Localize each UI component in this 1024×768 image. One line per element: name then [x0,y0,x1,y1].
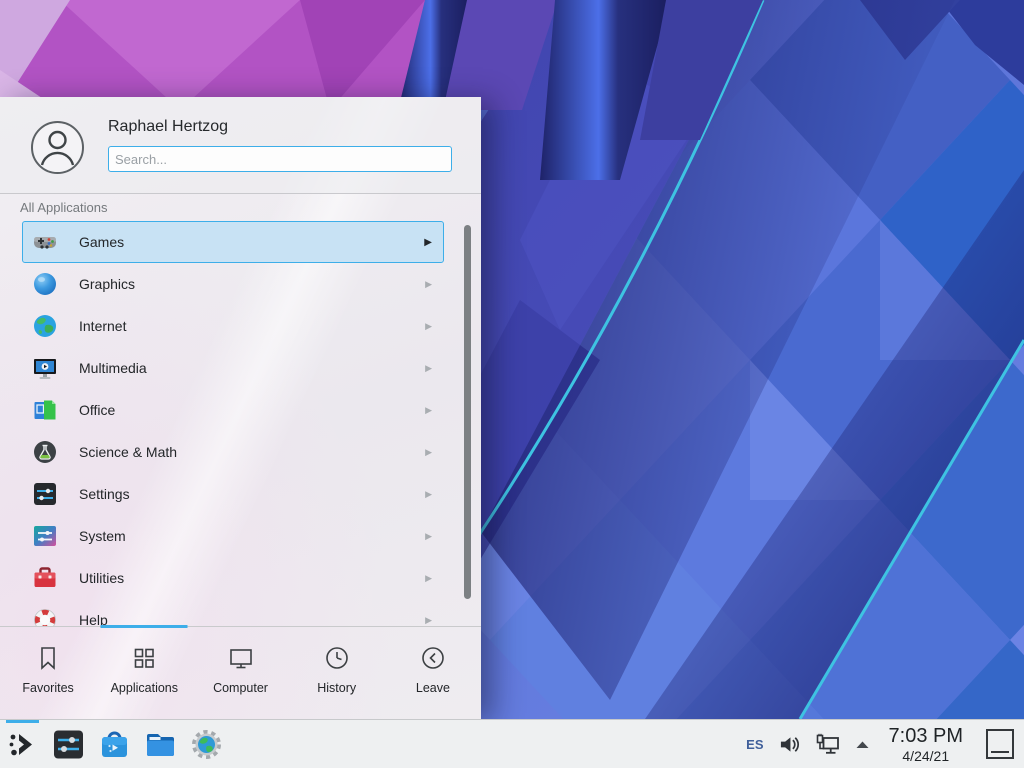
leave-circle-icon [419,644,447,672]
category-row-office[interactable]: Office ▶ [22,389,444,431]
launcher-tab-bar: Favorites Applications Computer History Leav… [0,626,481,719]
tab-label: Computer [213,681,268,695]
user-avatar-icon[interactable] [31,121,84,174]
submenu-arrow-icon: ▶ [425,573,432,584]
launcher-header: Raphael Hertzog [0,97,481,194]
clock-date: 4/24/21 [889,749,963,763]
bookmark-icon [34,644,62,672]
taskbar-panel: ES [0,719,1024,768]
grid-icon [130,644,158,672]
graphics-ball-icon [32,271,58,297]
taskbar-icon-application-launcher[interactable] [6,728,39,761]
tab-leave[interactable]: Leave [385,627,481,719]
show-desktop-button[interactable] [986,729,1014,759]
tab-label: Favorites [22,681,73,695]
system-sliders-icon [32,523,58,549]
category-row-settings[interactable]: Settings ▶ [22,473,444,515]
multimedia-screen-icon [32,355,58,381]
category-row-system[interactable]: System ▶ [22,515,444,557]
section-label: All Applications [20,200,107,215]
network-icon[interactable] [815,733,840,756]
settings-sliders-icon [32,481,58,507]
gamepad-icon [32,229,58,255]
tab-computer[interactable]: Computer [192,627,288,719]
submenu-arrow-icon: ▶ [425,321,432,332]
category-row-graphics[interactable]: Graphics ▶ [22,263,444,305]
category-row-utilities[interactable]: Utilities ▶ [22,557,444,599]
user-name: Raphael Hertzog [108,118,228,136]
science-flask-icon [32,439,58,465]
expand-tray-caret-icon[interactable] [855,740,870,749]
clock-icon [323,644,351,672]
submenu-arrow-icon: ▶ [425,531,432,542]
submenu-arrow-icon: ▶ [425,279,432,290]
tab-favorites[interactable]: Favorites [0,627,96,719]
globe-icon [32,313,58,339]
application-category-list: Games▶Graphics▶Internet▶Multimedia▶Offic… [0,221,481,626]
category-label: Help [79,612,108,626]
submenu-arrow-icon: ▶ [425,363,432,374]
category-label: Multimedia [79,360,147,376]
taskbar-icon-system-settings[interactable] [52,728,85,761]
utilities-toolbox-icon [32,565,58,591]
submenu-arrow-icon: ▶ [425,615,432,626]
category-row-help[interactable]: Help ▶ [22,599,444,626]
active-tab-indicator [101,625,188,628]
digital-clock[interactable]: 7:03 PM 4/24/21 [889,726,963,763]
category-label: Science & Math [79,444,177,460]
tab-label: Applications [111,681,178,695]
application-launcher-menu: Raphael Hertzog All Applications Games▶G… [0,97,481,719]
search-input[interactable] [108,146,452,172]
category-row-internet[interactable]: Internet ▶ [22,305,444,347]
submenu-arrow-icon: ▶ [424,237,432,248]
category-row-science-math[interactable]: Science & Math ▶ [22,431,444,473]
volume-icon[interactable] [779,734,800,755]
clock-time: 7:03 PM [889,726,963,746]
taskbar-icon-discover[interactable] [98,728,131,761]
system-tray: ES [746,726,1024,763]
tab-applications[interactable]: Applications [96,627,192,719]
desktop: Raphael Hertzog All Applications Games▶G… [0,0,1024,768]
tab-label: Leave [416,681,450,695]
submenu-arrow-icon: ▶ [425,405,432,416]
taskbar-icon-web-browser[interactable] [190,728,223,761]
submenu-arrow-icon: ▶ [425,489,432,500]
tab-history[interactable]: History [289,627,385,719]
taskbar-app-icons [0,728,223,761]
category-row-games[interactable]: Games ▶ [22,221,444,263]
submenu-arrow-icon: ▶ [425,447,432,458]
office-docs-icon [32,397,58,423]
category-label: Utilities [79,570,124,586]
category-row-multimedia[interactable]: Multimedia ▶ [22,347,444,389]
taskbar-icon-file-manager[interactable] [144,728,177,761]
tab-label: History [317,681,356,695]
help-lifebuoy-icon [32,607,58,626]
category-label: Internet [79,318,126,334]
category-label: Games [79,234,124,250]
monitor-icon [227,644,255,672]
category-label: System [79,528,126,544]
category-label: Settings [79,486,130,502]
category-label: Office [79,402,115,418]
category-label: Graphics [79,276,135,292]
list-scrollbar[interactable] [464,225,471,599]
keyboard-layout-indicator[interactable]: ES [746,737,763,752]
